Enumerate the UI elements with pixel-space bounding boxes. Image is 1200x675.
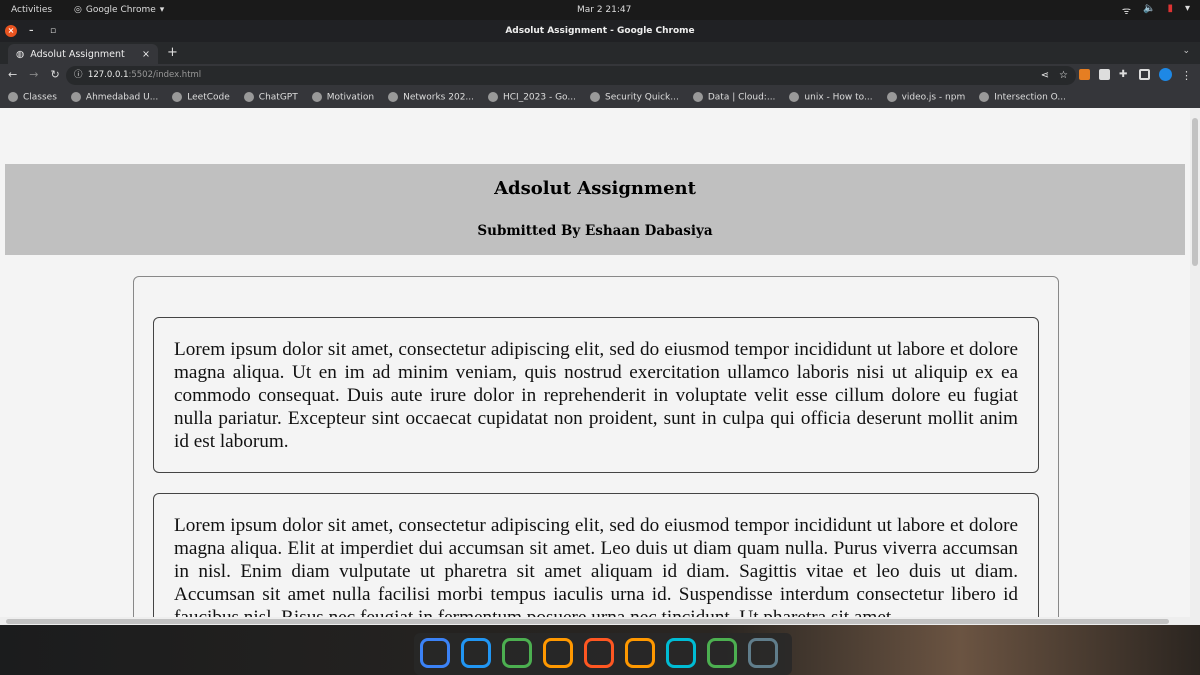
settings-icon[interactable] bbox=[625, 638, 655, 668]
vertical-scrollbar[interactable] bbox=[1190, 108, 1200, 625]
activities-button[interactable]: Activities bbox=[11, 5, 52, 15]
page-subtitle: Submitted By Eshaan Dabasiya bbox=[477, 223, 713, 239]
spreadsheet-icon[interactable] bbox=[707, 638, 737, 668]
system-tray[interactable]: ᯤ 🔈 ▮ ▾ bbox=[1122, 3, 1190, 17]
paragraph-text: Lorem ipsum dolor sit amet, consectetur … bbox=[174, 339, 1018, 452]
battery-icon: ▮ bbox=[1167, 3, 1173, 14]
bookmark-item[interactable]: Networks 202... bbox=[388, 92, 474, 103]
text-editor-icon[interactable] bbox=[461, 638, 491, 668]
page-header: Adsolut Assignment Submitted By Eshaan D… bbox=[5, 164, 1185, 255]
bookmark-item[interactable]: Security Quick... bbox=[589, 92, 679, 103]
bookmark-favicon-icon bbox=[589, 92, 600, 103]
bookmark-item[interactable]: ChatGPT bbox=[243, 92, 298, 103]
horizontal-scrollbar[interactable] bbox=[0, 617, 1190, 625]
volume-icon: 🔈 bbox=[1143, 3, 1156, 14]
bookmark-favicon-icon bbox=[886, 92, 897, 103]
app-menu[interactable]: ◎ Google Chrome ▾ bbox=[74, 5, 164, 15]
tab-search-chevron-icon[interactable]: ⌄ bbox=[1182, 46, 1190, 56]
menu-kebab-icon[interactable]: ⋮ bbox=[1181, 69, 1192, 82]
side-panel-icon[interactable] bbox=[1139, 69, 1150, 80]
reload-button[interactable]: ↻ bbox=[50, 68, 59, 81]
bookmark-item[interactable]: Ahmedabad U... bbox=[70, 92, 158, 103]
extension-icon[interactable] bbox=[1099, 69, 1110, 80]
chrome-icon[interactable] bbox=[502, 638, 532, 668]
bookmark-item[interactable]: Data | Cloud:... bbox=[692, 92, 775, 103]
bookmark-item[interactable]: unix - How to... bbox=[789, 92, 873, 103]
maximize-button[interactable]: ▫ bbox=[50, 20, 56, 42]
tab-adsolut-assignment[interactable]: ◍ Adsolut Assignment × bbox=[8, 44, 158, 64]
bookmark-favicon-icon bbox=[488, 92, 498, 103]
files-icon[interactable] bbox=[584, 638, 614, 668]
bookmark-favicon-icon bbox=[311, 92, 322, 103]
bookmark-star-icon[interactable]: ☆ bbox=[1059, 66, 1068, 85]
page-title: Adsolut Assignment bbox=[494, 178, 696, 199]
share-icon[interactable]: ⋖ bbox=[1041, 66, 1049, 85]
puzzle-extensions-icon[interactable]: ✚ bbox=[1119, 69, 1130, 80]
bookmark-favicon-icon bbox=[243, 92, 254, 103]
terminal-icon[interactable] bbox=[666, 638, 696, 668]
clock[interactable]: Mar 2 21:47 bbox=[577, 5, 631, 15]
caret-down-icon: ▾ bbox=[159, 5, 165, 15]
window-titlebar: × – ▫ Adsolut Assignment - Google Chrome bbox=[0, 20, 1200, 42]
tab-title: Adsolut Assignment bbox=[30, 48, 125, 60]
bookmark-favicon-icon bbox=[789, 92, 800, 103]
close-tab-icon[interactable]: × bbox=[142, 49, 150, 60]
address-bar[interactable]: ⓘ 127.0.0.1:5502/index.html ⋖ ☆ bbox=[66, 66, 1076, 85]
system-top-bar: Activities ◎ Google Chrome ▾ Mar 2 21:47 ᯤ… bbox=[0, 0, 1200, 20]
brave-icon[interactable] bbox=[543, 638, 573, 668]
bookmark-favicon-icon bbox=[388, 92, 399, 103]
bookmark-item[interactable]: video.js - npm bbox=[886, 92, 965, 103]
tab-strip: ◍ Adsolut Assignment × + ⌄ bbox=[0, 42, 1200, 64]
bookmark-item[interactable]: LeetCode bbox=[172, 92, 230, 103]
browser-toolbar: ← → ↻ ⓘ 127.0.0.1:5502/index.html ⋖ ☆ ✚ ⋮ bbox=[0, 64, 1200, 87]
paragraph-text: Lorem ipsum dolor sit amet, consectetur … bbox=[174, 515, 1018, 625]
back-button[interactable]: ← bbox=[8, 68, 17, 81]
avatar-app-icon[interactable] bbox=[748, 638, 778, 668]
bookmark-favicon-icon bbox=[8, 92, 18, 103]
bookmark-item[interactable]: Motivation bbox=[311, 92, 374, 103]
forward-button[interactable]: → bbox=[29, 68, 38, 81]
bookmark-favicon-icon bbox=[70, 92, 81, 103]
minimize-button[interactable]: – bbox=[29, 20, 34, 42]
new-tab-button[interactable]: + bbox=[167, 45, 178, 60]
extension-icon[interactable] bbox=[1079, 69, 1090, 80]
bookmark-favicon-icon bbox=[692, 92, 703, 103]
dock bbox=[0, 625, 1200, 675]
vscode-icon[interactable] bbox=[420, 638, 450, 668]
bookmark-item[interactable]: Classes bbox=[8, 92, 57, 103]
web-page: Adsolut Assignment Submitted By Eshaan D… bbox=[0, 108, 1200, 625]
content-container: Lorem ipsum dolor sit amet, consectetur … bbox=[133, 276, 1059, 625]
profile-avatar[interactable] bbox=[1159, 68, 1172, 81]
bookmarks-bar: Classes Ahmedabad U... LeetCode ChatGPT Moti… bbox=[0, 87, 1200, 108]
paragraph-card: Lorem ipsum dolor sit amet, consectetur … bbox=[153, 317, 1039, 473]
wifi-icon: ᯤ bbox=[1121, 6, 1131, 17]
close-window-button[interactable]: × bbox=[5, 25, 17, 37]
window-title: Adsolut Assignment - Google Chrome bbox=[505, 26, 695, 36]
bookmark-favicon-icon bbox=[979, 92, 990, 103]
chrome-icon: ◎ bbox=[74, 5, 82, 15]
bookmark-favicon-icon bbox=[172, 92, 183, 103]
bookmark-item[interactable]: Intersection O... bbox=[979, 92, 1066, 103]
globe-icon: ◍ bbox=[16, 48, 25, 60]
caret-down-icon: ▾ bbox=[1184, 3, 1190, 14]
paragraph-card: Lorem ipsum dolor sit amet, consectetur … bbox=[153, 493, 1039, 625]
info-icon: ⓘ bbox=[74, 70, 83, 80]
bookmark-item[interactable]: HCI_2023 - Go... bbox=[488, 92, 576, 103]
